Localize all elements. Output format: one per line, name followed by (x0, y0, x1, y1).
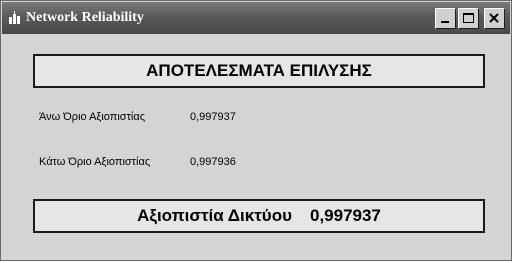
app-window: Network Reliability ΑΠΟΤΕΛΕΣΜΑΤΑ ΕΠΙΛΥΣΗ… (0, 0, 512, 261)
network-reliability-panel: Αξιοπιστία Δικτύου 0,997937 (33, 199, 485, 233)
lower-bound-value: 0,997936 (190, 156, 236, 168)
close-icon (489, 13, 499, 23)
network-reliability-label: Αξιοπιστία Δικτύου (137, 206, 292, 225)
upper-bound-value: 0,997937 (190, 111, 236, 123)
window-title: Network Reliability (26, 10, 144, 25)
title-bar[interactable]: Network Reliability (2, 2, 510, 34)
close-button[interactable] (484, 8, 505, 29)
lower-bound-label: Κάτω Όριο Αξιοπιστίας (39, 156, 151, 168)
minimize-icon (441, 21, 449, 23)
results-heading: ΑΠΟΤΕΛΕΣΜΑΤΑ ΕΠΙΛΥΣΗΣ (33, 54, 485, 88)
upper-bound-label: Άνω Όριο Αξιοπιστίας (39, 111, 146, 123)
minimize-button[interactable] (435, 8, 456, 29)
maximize-icon (463, 13, 474, 23)
maximize-button[interactable] (458, 8, 479, 29)
network-reliability-value: 0,997937 (309, 206, 381, 225)
app-icon[interactable] (8, 11, 22, 25)
